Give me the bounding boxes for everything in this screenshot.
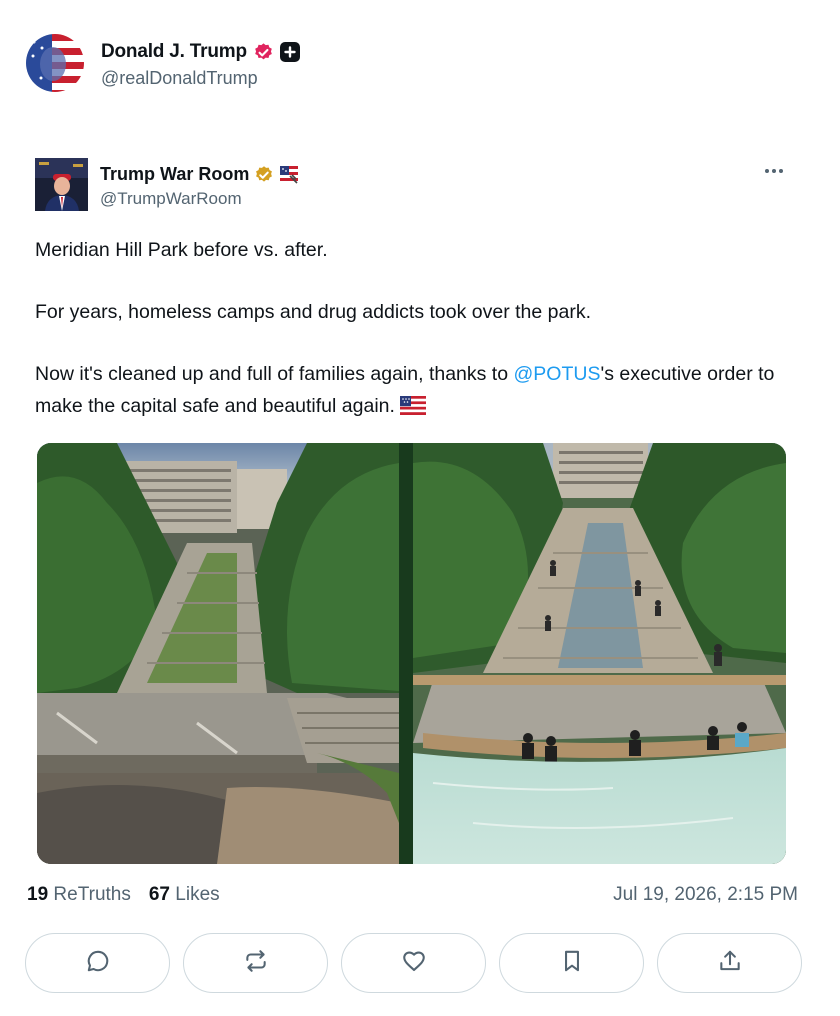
likes-number: 67 [148, 884, 170, 905]
reply-icon [85, 948, 111, 979]
post-text-segment: Now it's cleaned up and full of families… [35, 363, 514, 385]
quoted-author-avatar[interactable] [35, 158, 88, 211]
action-bar [25, 933, 802, 993]
mention-link[interactable]: @POTUS [514, 363, 601, 385]
bookmark-icon [559, 948, 585, 979]
author-handle[interactable]: @realDonaldTrump [101, 68, 300, 89]
bookmark-button[interactable] [499, 933, 644, 993]
us-flag-icon [399, 393, 426, 425]
before-photo[interactable] [37, 443, 399, 864]
retruths-count[interactable]: 19 ReTruths [27, 884, 131, 906]
author-display-name[interactable]: Donald J. Trump [101, 41, 247, 63]
retruth-button[interactable] [183, 933, 328, 993]
post-author: Donald J. Trump @realDonaldTrump [26, 34, 300, 92]
plus-icon [279, 42, 300, 62]
like-button[interactable] [341, 933, 486, 993]
reply-button[interactable] [25, 933, 170, 993]
verified-gold-badge-icon [254, 165, 274, 185]
retruths-label: ReTruths [53, 884, 131, 905]
quoted-post-author: Trump War Room @TrumpWarRoom [35, 158, 795, 211]
quoted-author-handle[interactable]: @TrumpWarRoom [100, 189, 298, 209]
more-dots-icon[interactable] [763, 160, 785, 182]
retruths-number: 19 [27, 884, 49, 905]
share-icon [717, 948, 743, 979]
share-button[interactable] [657, 933, 802, 993]
author-avatar[interactable] [26, 34, 84, 92]
post-paragraph: Now it's cleaned up and full of families… [35, 358, 795, 425]
likes-count[interactable]: 67 Likes [149, 884, 220, 906]
post-stats: 19 ReTruths 67 Likes [27, 884, 238, 906]
post-timestamp[interactable]: Jul 19, 2026, 2:15 PM [613, 884, 798, 906]
after-photo[interactable] [413, 443, 786, 864]
post-media[interactable] [37, 443, 786, 864]
quoted-author-display-name[interactable]: Trump War Room [100, 164, 249, 185]
media-divider [399, 443, 413, 864]
heart-icon [401, 948, 427, 979]
retruth-icon [243, 948, 269, 979]
likes-label: Likes [175, 884, 220, 905]
post-text: Meridian Hill Park before vs. after. For… [35, 234, 795, 425]
us-flag-icon [280, 165, 299, 184]
post-paragraph: Meridian Hill Park before vs. after. [35, 239, 328, 261]
verified-badge-icon [253, 42, 274, 63]
post-paragraph: For years, homeless camps and drug addic… [35, 301, 592, 323]
